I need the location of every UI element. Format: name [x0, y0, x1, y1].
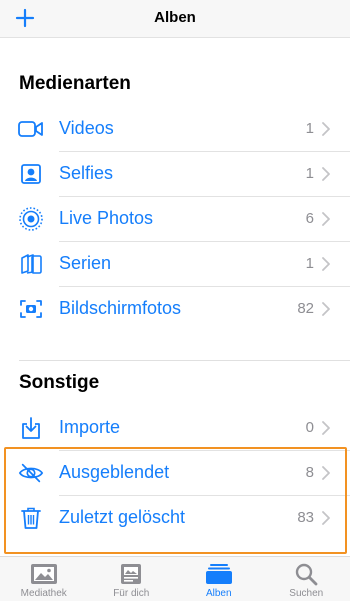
search-icon — [292, 563, 320, 586]
import-icon — [18, 416, 44, 440]
tab-bar: Mediathek Für dich Alben Suchen — [0, 556, 350, 601]
bursts-icon — [18, 252, 44, 276]
video-icon — [18, 117, 44, 141]
page-title: Alben — [154, 9, 196, 26]
tab-alben[interactable]: Alben — [175, 557, 263, 601]
album-row-ausgeblendet[interactable]: Ausgeblendet 8 — [0, 451, 350, 496]
section-title-sonstige: Sonstige — [19, 372, 100, 393]
album-label: Selfies — [59, 163, 114, 183]
chevron-right-icon — [322, 421, 330, 435]
section-title-medienarten: Medienarten — [19, 73, 131, 94]
album-count: 1 — [305, 165, 314, 182]
album-row-zuletzt-geloescht[interactable]: Zuletzt gelöscht 83 — [0, 496, 350, 541]
album-row-importe[interactable]: Importe 0 — [0, 406, 350, 451]
album-row-selfies[interactable]: Selfies 1 — [0, 152, 350, 197]
chevron-right-icon — [322, 212, 330, 226]
selfie-icon — [18, 162, 44, 186]
album-label: Videos — [59, 118, 114, 138]
navigation-bar: Alben — [0, 0, 350, 38]
chevron-right-icon — [322, 167, 330, 181]
section-divider — [19, 360, 350, 361]
album-label: Serien — [59, 253, 112, 273]
hidden-eye-icon — [18, 461, 44, 485]
album-count: 6 — [305, 210, 314, 227]
album-row-live-photos[interactable]: Live Photos 6 — [0, 197, 350, 242]
trash-icon — [18, 506, 44, 530]
album-count: 1 — [305, 120, 314, 137]
albums-icon — [205, 563, 233, 585]
chevron-right-icon — [322, 122, 330, 136]
tab-fuer-dich[interactable]: Für dich — [88, 557, 176, 601]
album-count: 83 — [297, 509, 314, 526]
album-label: Zuletzt gelöscht — [59, 507, 186, 527]
album-count: 8 — [305, 464, 314, 481]
album-count: 82 — [297, 300, 314, 317]
album-row-bildschirmfotos[interactable]: Bildschirmfotos 82 — [0, 287, 350, 332]
screenshot-icon — [18, 297, 44, 321]
tab-mediathek[interactable]: Mediathek — [0, 557, 88, 601]
tab-label: Für dich — [113, 588, 150, 599]
album-row-videos[interactable]: Videos 1 — [0, 107, 350, 152]
album-row-serien[interactable]: Serien 1 — [0, 242, 350, 287]
album-label: Live Photos — [59, 208, 154, 228]
chevron-right-icon — [322, 257, 330, 271]
album-label: Ausgeblendet — [59, 462, 170, 482]
for-you-icon — [117, 563, 145, 585]
album-label: Bildschirmfotos — [59, 298, 182, 318]
album-count: 0 — [305, 419, 314, 436]
live-photos-icon — [18, 207, 44, 231]
tab-label: Mediathek — [20, 588, 67, 599]
chevron-right-icon — [322, 511, 330, 525]
photo-library-icon — [30, 563, 58, 585]
tab-label: Suchen — [289, 588, 324, 599]
chevron-right-icon — [322, 466, 330, 480]
chevron-right-icon — [322, 302, 330, 316]
album-label: Importe — [59, 417, 121, 437]
tab-suchen[interactable]: Suchen — [263, 557, 350, 601]
tab-label: Alben — [205, 588, 232, 599]
album-count: 1 — [305, 255, 314, 272]
